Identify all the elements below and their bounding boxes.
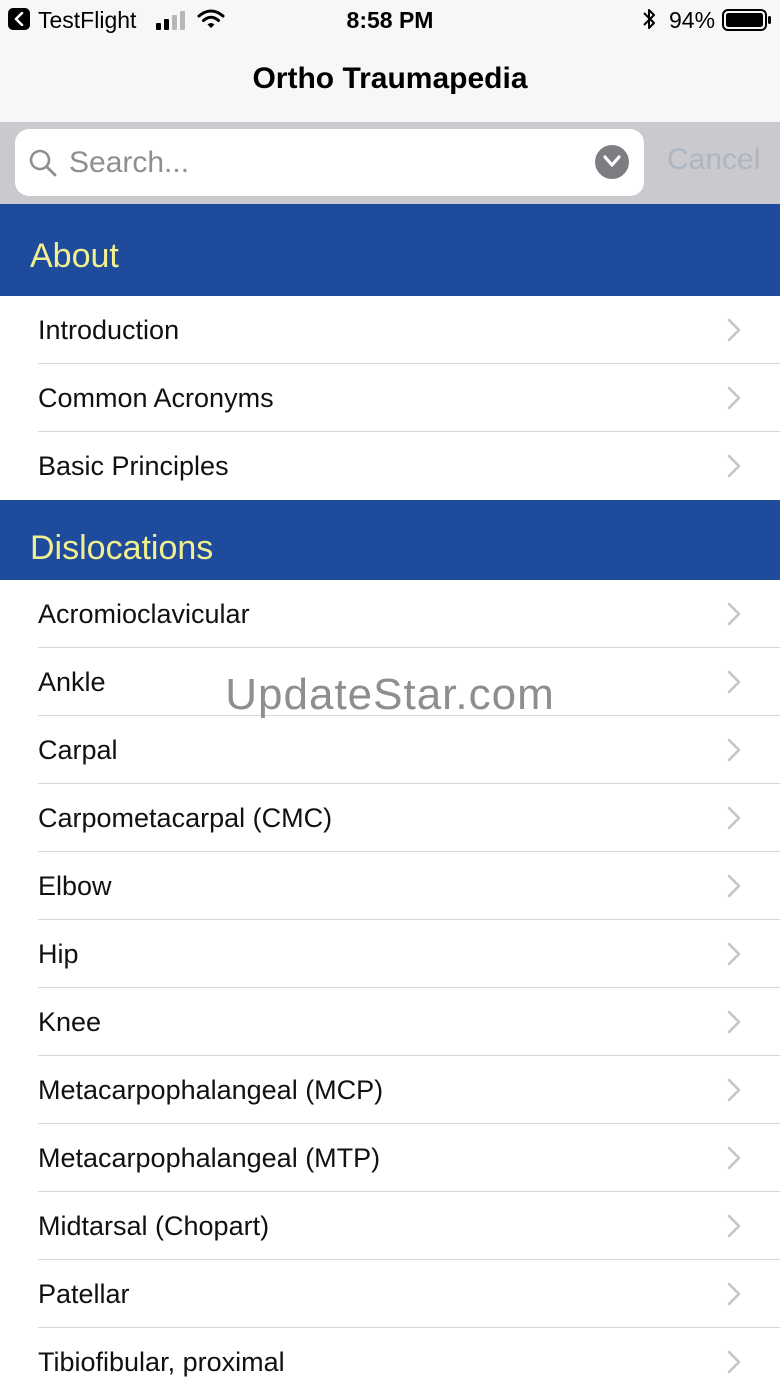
chevron-right-icon: [727, 602, 741, 631]
section-header-about: About: [0, 204, 780, 296]
list-item[interactable]: Knee: [0, 988, 780, 1056]
list-item[interactable]: Tibiofibular, proximal: [0, 1328, 780, 1387]
list-item-label: Ankle: [38, 667, 106, 697]
section-title: About: [30, 237, 119, 275]
chevron-right-icon: [727, 738, 741, 767]
list-item-label: Carpal: [38, 735, 118, 765]
list-item-label: Tibiofibular, proximal: [38, 1347, 285, 1377]
search-field[interactable]: [15, 129, 644, 196]
list-item-label: Common Acronyms: [38, 383, 274, 413]
list-item[interactable]: Ankle: [0, 648, 780, 716]
section-header-dislocations: Dislocations: [0, 500, 780, 580]
list-item-label: Knee: [38, 1007, 102, 1037]
list-item[interactable]: Metacarpophalangeal (MCP): [0, 1056, 780, 1124]
list-item[interactable]: Common Acronyms: [0, 364, 780, 432]
topic-list: About Introduction Common Acronyms Basic…: [0, 204, 780, 1387]
list-item-label: Carpometacarpal (CMC): [38, 803, 333, 833]
chevron-right-icon: [727, 1350, 741, 1379]
chevron-right-icon: [727, 1282, 741, 1311]
list-item-label: Elbow: [38, 871, 112, 901]
list-item[interactable]: Introduction: [0, 296, 780, 364]
search-icon: [29, 149, 57, 182]
list-item-label: Midtarsal (Chopart): [38, 1211, 270, 1241]
list-item[interactable]: Metacarpophalangeal (MTP): [0, 1124, 780, 1192]
list-item[interactable]: Carpometacarpal (CMC): [0, 784, 780, 852]
chevron-right-icon: [727, 454, 741, 483]
list-item-label: Metacarpophalangeal (MTP): [38, 1143, 381, 1173]
list-item[interactable]: Elbow: [0, 852, 780, 920]
status-bar: TestFlight 8:58 PM 94%: [0, 0, 780, 40]
section-title: Dislocations: [30, 529, 214, 567]
list-item-label: Patellar: [38, 1279, 130, 1309]
chevron-right-icon: [727, 874, 741, 903]
chevron-right-icon: [727, 1078, 741, 1107]
list-item-label: Introduction: [38, 315, 180, 345]
list-item[interactable]: Basic Principles: [0, 432, 780, 500]
chevron-right-icon: [727, 1214, 741, 1243]
list-item-label: Basic Principles: [38, 451, 229, 481]
bluetooth-icon: [641, 7, 657, 37]
search-bar: Cancel: [0, 123, 780, 204]
list-item-label: Metacarpophalangeal (MCP): [38, 1075, 384, 1105]
cancel-button[interactable]: Cancel: [667, 143, 760, 177]
battery-percentage: 94%: [669, 7, 716, 33]
list-item[interactable]: Midtarsal (Chopart): [0, 1192, 780, 1260]
list-item-label: Hip: [38, 939, 79, 969]
app-screen: TestFlight 8:58 PM 94% Ortho Traumapedia…: [0, 0, 780, 1387]
chevron-right-icon: [727, 806, 741, 835]
list-item[interactable]: Carpal: [0, 716, 780, 784]
chevron-right-icon: [727, 318, 741, 347]
chevron-right-icon: [727, 1010, 741, 1039]
chevron-down-circle-icon[interactable]: [595, 145, 629, 179]
list-item[interactable]: Patellar: [0, 1260, 780, 1328]
navigation-bar: Ortho Traumapedia: [0, 40, 780, 123]
chevron-right-icon: [727, 942, 741, 971]
chevron-right-icon: [727, 386, 741, 415]
status-time: 8:58 PM: [346, 7, 434, 33]
search-input[interactable]: [69, 129, 589, 196]
list-item[interactable]: Hip: [0, 920, 780, 988]
page-title: Ortho Traumapedia: [252, 62, 528, 95]
chevron-right-icon: [727, 670, 741, 699]
chevron-right-icon: [727, 1146, 741, 1175]
list-item-label: Acromioclavicular: [38, 599, 250, 629]
list-item[interactable]: Acromioclavicular: [0, 580, 780, 648]
battery-icon: [722, 9, 772, 37]
